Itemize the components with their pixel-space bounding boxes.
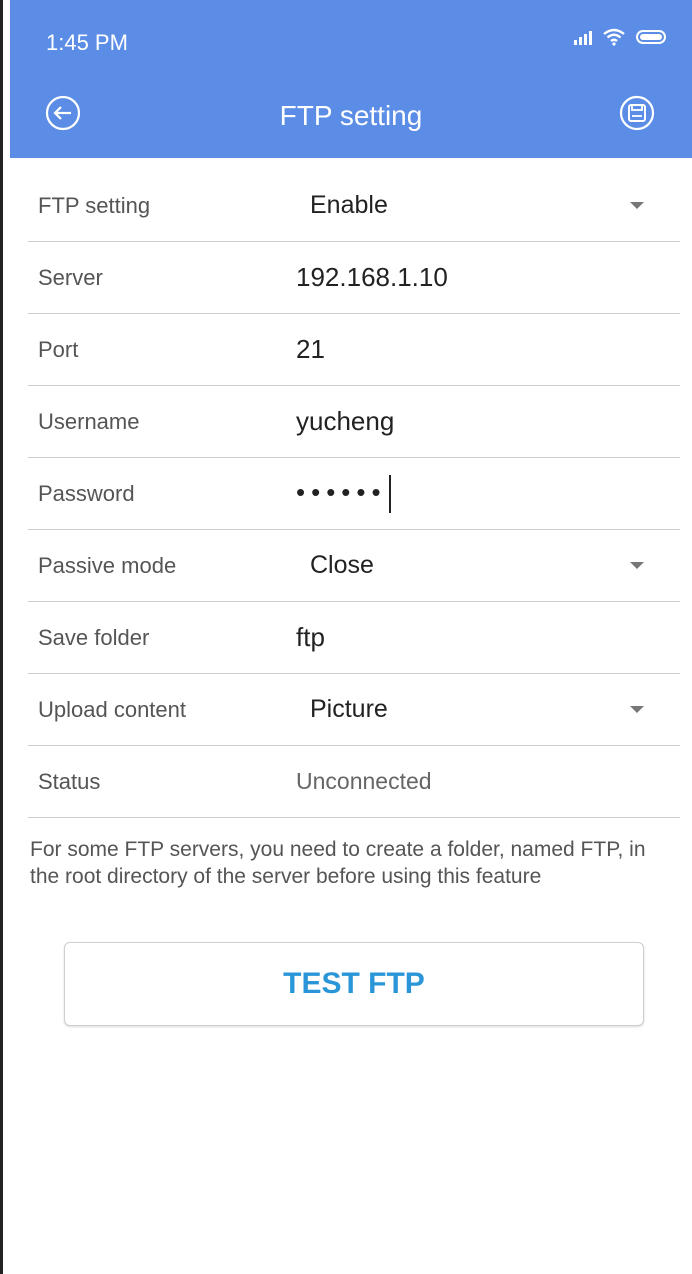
upload-content-row[interactable]: Upload content Picture [28, 674, 680, 746]
password-row: Password •••••• [28, 458, 680, 530]
upload-content-select[interactable]: Picture [310, 695, 388, 724]
save-folder-label: Save folder [38, 624, 150, 650]
passive-mode-label: Passive mode [38, 552, 177, 578]
text-cursor [388, 474, 391, 513]
dropdown-arrow-icon[interactable] [630, 706, 644, 713]
port-label: Port [38, 336, 79, 362]
connection-status: Unconnected [296, 768, 432, 794]
password-input[interactable]: •••••• [296, 474, 391, 513]
status-label: Status [38, 768, 101, 794]
port-input[interactable]: 21 [296, 334, 325, 365]
battery-icon [636, 30, 666, 44]
server-input[interactable]: 192.168.1.10 [296, 262, 448, 293]
ftp-folder-note: For some FTP servers, you need to create… [30, 838, 646, 888]
password-mask: •••••• [296, 476, 387, 507]
ftp-setting-select[interactable]: Enable [310, 191, 388, 220]
server-label: Server [38, 264, 103, 290]
passive-mode-row[interactable]: Passive mode Close [28, 530, 680, 602]
dropdown-arrow-icon[interactable] [630, 562, 644, 569]
wifi-icon [603, 28, 625, 46]
ftp-setting-row[interactable]: FTP setting Enable [28, 170, 680, 242]
screen-left-border [0, 0, 3, 1274]
username-input[interactable]: yucheng [296, 406, 394, 437]
status-time: 1:45 PM [46, 30, 128, 55]
port-row: Port 21 [28, 314, 680, 386]
status-icons [574, 28, 666, 46]
server-row: Server 192.168.1.10 [28, 242, 680, 314]
upload-content-label: Upload content [38, 696, 186, 722]
save-icon [619, 95, 655, 131]
username-label: Username [38, 408, 140, 434]
ftp-setting-label: FTP setting [38, 192, 151, 218]
dropdown-arrow-icon[interactable] [630, 202, 644, 209]
status-row: Status Unconnected [28, 746, 680, 818]
save-folder-input[interactable]: ftp [296, 622, 325, 653]
passive-mode-select[interactable]: Close [310, 551, 374, 580]
ftp-settings-form: FTP setting Enable Server 192.168.1.10 P… [28, 170, 680, 818]
signal-icon [574, 29, 592, 45]
password-label: Password [38, 480, 135, 506]
save-button[interactable] [618, 94, 656, 132]
username-row: Username yucheng [28, 386, 680, 458]
test-ftp-button[interactable]: TEST FTP [64, 942, 644, 1026]
page-title: FTP setting [279, 100, 423, 131]
app-bar: 1:45 PM FTP setting [10, 0, 692, 158]
save-folder-row: Save folder ftp [28, 602, 680, 674]
